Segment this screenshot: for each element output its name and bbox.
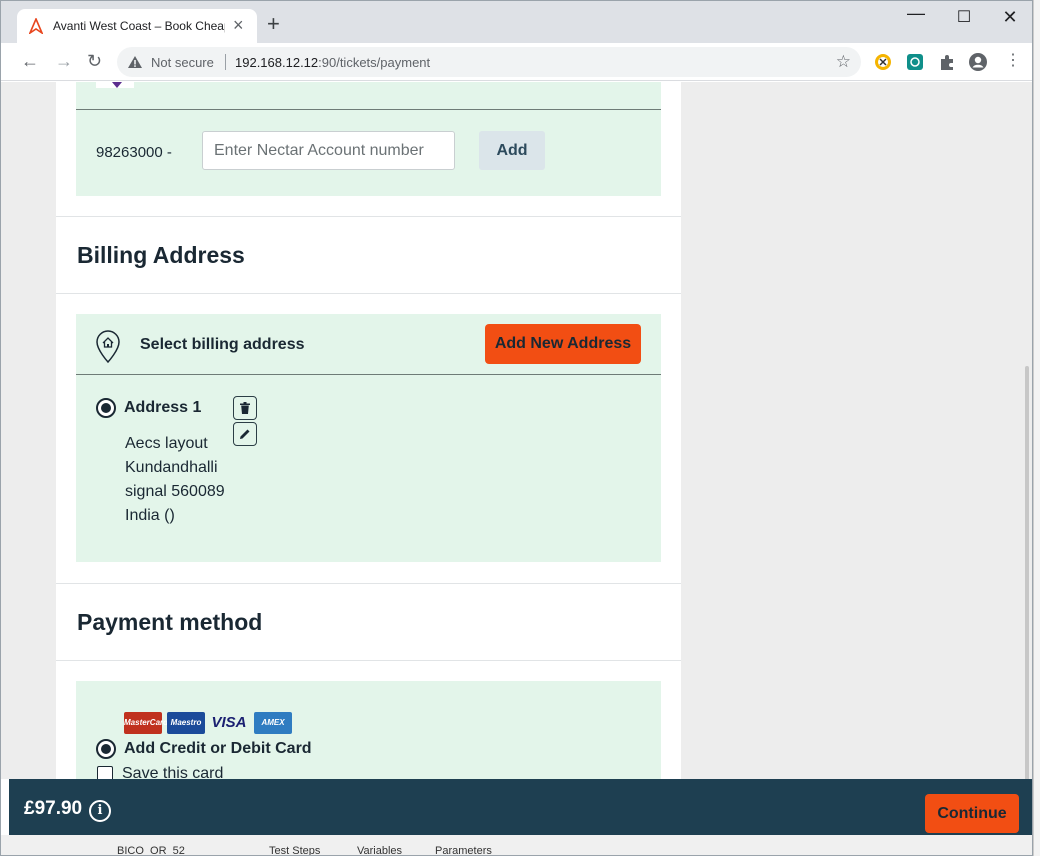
address-bar[interactable]: Not secure 192.168.12.12:90/tickets/paym… — [117, 47, 861, 77]
tab-title: Avanti West Coast – Book Cheap — [53, 19, 225, 33]
section-divider — [56, 583, 681, 584]
address-line: Kundandhalli — [125, 459, 218, 476]
tab-close-icon[interactable]: × — [233, 16, 244, 34]
address-1-radio[interactable] — [96, 398, 116, 418]
payment-panel: MasterCard Maestro VISA AMEX Add Credit … — [76, 681, 661, 779]
nectar-divider — [76, 109, 661, 110]
delete-address-button[interactable] — [233, 396, 257, 420]
close-window-icon[interactable]: ✕ — [995, 7, 1025, 28]
save-card-checkbox[interactable] — [97, 766, 113, 779]
url-host: 192.168.12.12 — [235, 55, 319, 70]
nectar-prefix: 98263000 - — [96, 144, 172, 161]
visa-logo: VISA — [210, 712, 248, 734]
extension-teal-icon[interactable] — [905, 52, 925, 72]
address-line: India () — [125, 507, 175, 524]
payment-method-title: Payment method — [77, 609, 263, 635]
forward-icon[interactable]: → — [55, 51, 73, 71]
save-card-label: Save this card — [122, 765, 224, 779]
url-path: :90/tickets/payment — [318, 55, 431, 70]
section-divider — [56, 216, 681, 217]
minimize-icon[interactable]: — — [901, 3, 931, 24]
extensions-puzzle-icon[interactable] — [937, 52, 957, 72]
maestro-logo: Maestro — [167, 712, 205, 734]
browser-tab[interactable]: Avanti West Coast – Book Cheap × — [17, 9, 257, 43]
url-text[interactable]: 192.168.12.12:90/tickets/payment — [235, 55, 430, 70]
security-label: Not secure — [151, 55, 214, 70]
background-app-item: Parameters — [435, 845, 492, 856]
page-scrollbar[interactable] — [1025, 366, 1029, 779]
back-icon[interactable]: ← — [21, 51, 39, 71]
checkout-footer: £97.90 i Continue — [9, 779, 1032, 835]
mastercard-logo: MasterCard — [124, 712, 168, 734]
background-app-strip: BICO_OR_52 Test Steps Variables Paramete… — [1, 835, 1032, 856]
checkout-content: 98263000 - Add Billing Address Select bi… — [56, 82, 681, 779]
section-divider — [56, 660, 681, 661]
browser-toolbar: ← → ↻ Not secure 192.168.12.12:90/ticket… — [1, 43, 1032, 81]
add-new-address-button[interactable]: Add New Address — [485, 324, 641, 364]
background-app-item: BICO_OR_52 — [117, 845, 185, 856]
nectar-logo-icon — [96, 82, 134, 88]
bookmark-star-icon[interactable]: ☆ — [836, 52, 851, 72]
browser-window: Avanti West Coast – Book Cheap × + — ☐ ✕… — [0, 0, 1033, 856]
extension-clock-icon[interactable] — [873, 52, 893, 72]
avanti-favicon-icon — [29, 18, 43, 34]
warning-icon[interactable] — [127, 54, 143, 70]
omnibox-separator — [225, 54, 226, 70]
page-viewport: 98263000 - Add Billing Address Select bi… — [1, 82, 1032, 779]
trash-icon — [240, 402, 250, 414]
background-app-item: Test Steps — [269, 845, 321, 856]
reload-icon[interactable]: ↻ — [87, 51, 102, 71]
add-card-radio[interactable] — [96, 739, 116, 759]
maximize-icon[interactable]: ☐ — [949, 7, 979, 27]
price-info-icon[interactable]: i — [89, 800, 111, 822]
nectar-account-input[interactable] — [202, 131, 455, 170]
pencil-icon — [240, 429, 250, 439]
address-line: Aecs layout — [125, 435, 208, 452]
billing-panel: Select billing address Add New Address A… — [76, 314, 661, 562]
address-line: signal 560089 — [125, 483, 225, 500]
add-card-label: Add Credit or Debit Card — [124, 740, 312, 757]
select-billing-address-label: Select billing address — [140, 336, 305, 353]
background-app-item: Variables — [357, 845, 403, 856]
billing-divider — [76, 374, 661, 375]
billing-address-title: Billing Address — [77, 242, 245, 268]
tab-strip: Avanti West Coast – Book Cheap × + — ☐ ✕ — [1, 1, 1032, 43]
nectar-add-button[interactable]: Add — [479, 131, 545, 170]
nectar-panel: 98263000 - Add — [76, 82, 661, 196]
address-name: Address 1 — [124, 399, 202, 416]
browser-menu-icon[interactable]: ⋮ — [1005, 51, 1021, 71]
new-tab-icon[interactable]: + — [267, 13, 280, 35]
background-window-edge — [1033, 0, 1040, 856]
section-divider — [56, 293, 681, 294]
total-price: £97.90 — [24, 798, 83, 819]
home-location-pin-icon — [96, 330, 120, 364]
continue-button[interactable]: Continue — [925, 794, 1019, 833]
profile-avatar-icon[interactable] — [968, 52, 988, 72]
amex-logo: AMEX — [254, 712, 292, 734]
edit-address-button[interactable] — [233, 422, 257, 446]
